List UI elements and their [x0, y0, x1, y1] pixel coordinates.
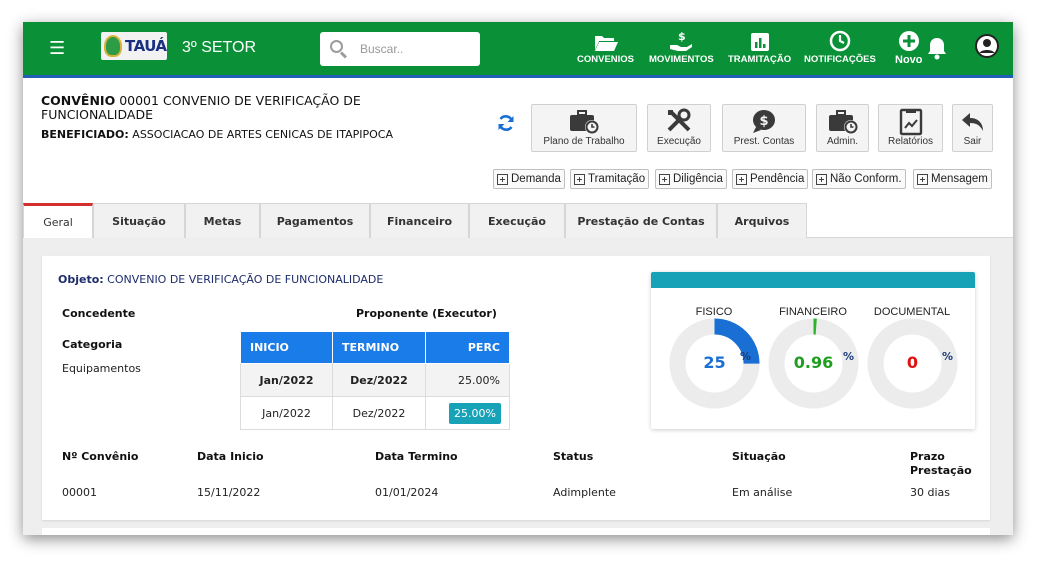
tab-arquivos[interactable]: Arquivos [717, 203, 807, 238]
plus-square-icon [736, 173, 747, 185]
demanda-button[interactable]: Demanda [493, 169, 565, 189]
briefcase-clock-icon [817, 108, 868, 136]
plus-circle-icon [895, 30, 923, 52]
user-avatar-icon[interactable] [975, 34, 999, 58]
plano-de-trabalho-button[interactable]: Plano de Trabalho [531, 104, 637, 152]
table-row: Jan/2022 Dez/2022 25.00% [240, 396, 510, 430]
tab-execucao[interactable]: Execução [469, 203, 565, 238]
svg-text:$: $ [678, 30, 686, 43]
hamburger-menu-icon[interactable]: ☰ [49, 38, 67, 60]
num-convenio-value: 00001 [62, 486, 97, 499]
table-row: Jan/2022 Dez/2022 25.00% [240, 363, 510, 397]
plus-square-icon [497, 173, 508, 185]
nav-novo[interactable]: Novo [895, 30, 923, 66]
col-perc: PERC [425, 331, 510, 364]
nav-notificacoes[interactable]: NOTIFICAÇÕES [804, 30, 876, 65]
tab-pagamentos[interactable]: Pagamentos [260, 203, 370, 238]
bar-chart-icon [728, 30, 791, 52]
data-termino-label: Data Termino [375, 450, 458, 463]
perc-badge: 25.00% [449, 402, 501, 424]
sector-title: 3º SETOR [182, 39, 257, 56]
situacao-label: Situação [732, 450, 786, 463]
top-navbar: ☰ TAUÁ 3º SETOR CONVENIOS $ MOVIMENTOS [23, 22, 1013, 78]
tab-bar: Geral Situação Metas Pagamentos Financei… [23, 203, 1013, 239]
indicators-card-header [651, 272, 975, 288]
period-table: INICIO TERMINO PERC Jan/2022 Dez/2022 25… [240, 331, 510, 430]
num-convenio-label: Nº Convênio [62, 450, 139, 463]
refresh-icon[interactable] [497, 114, 515, 132]
clock-icon [804, 30, 876, 52]
plus-square-icon [917, 173, 928, 185]
col-termino: TERMINO [332, 331, 426, 364]
search-input[interactable] [360, 42, 460, 56]
search-box[interactable] [320, 32, 480, 66]
logo[interactable]: TAUÁ [101, 32, 167, 60]
money-bubble-icon: $ [723, 108, 805, 136]
nao-conform-button[interactable]: Não Conform. [812, 169, 906, 189]
prazo-prestacao-label: Prazo Prestação [910, 450, 972, 477]
tab-situacao[interactable]: Situação [93, 203, 185, 238]
tab-geral[interactable]: Geral [23, 203, 93, 239]
tab-financeiro[interactable]: Financeiro [370, 203, 469, 238]
sair-button[interactable]: Sair [952, 104, 993, 152]
nav-movimentos[interactable]: $ MOVIMENTOS [649, 30, 714, 65]
concedente-label: Concedente [62, 307, 136, 320]
search-icon [330, 40, 348, 59]
report-icon [879, 108, 942, 136]
nav-convenios[interactable]: CONVENIOS [577, 30, 634, 65]
pendencia-button[interactable]: Pendência [732, 169, 809, 189]
hand-money-icon: $ [649, 30, 714, 52]
financeiro-pct: % [843, 350, 855, 363]
col-inicio: INICIO [240, 331, 333, 364]
status-value: Adimplente [553, 486, 616, 499]
data-termino-value: 01/01/2024 [375, 486, 439, 499]
app-window: ☰ TAUÁ 3º SETOR CONVENIOS $ MOVIMENTOS [23, 22, 1013, 535]
diligencia-button[interactable]: Diligência [655, 169, 727, 189]
tramitacao-button[interactable]: Tramitação [570, 169, 650, 189]
mensagem-button[interactable]: Mensagem [913, 169, 992, 189]
beneficiado: BENEFICIADO: ASSOCIACAO DE ARTES CENICAS… [41, 128, 394, 141]
plus-square-icon [574, 173, 585, 185]
seal-icon [104, 35, 122, 57]
bell-icon[interactable] [926, 36, 948, 62]
tools-icon [648, 108, 710, 136]
prazo-prestacao-value: 30 dias [910, 486, 951, 499]
data-inicio-value: 15/11/2022 [197, 486, 261, 499]
relatorios-button[interactable]: Relatórios [878, 104, 943, 152]
convenio-title: CONVÊNIO 00001 CONVENIO DE VERIFICAÇÃO D… [41, 93, 361, 122]
tab-metas[interactable]: Metas [185, 203, 260, 238]
data-inicio-label: Data Inicio [197, 450, 264, 463]
execucao-button[interactable]: Execução [647, 104, 711, 152]
indicators-card: FISICO 25 % FINANCEIRO 0.96 % DOCUMENTAL… [651, 272, 975, 429]
fisico-pct: % [740, 350, 752, 363]
prest-contas-button[interactable]: $ Prest. Contas [722, 104, 806, 152]
folder-open-icon [577, 30, 634, 52]
nav-tramitacao[interactable]: TRAMITAÇÃO [728, 30, 791, 65]
briefcase-clock-icon [532, 108, 636, 136]
plus-square-icon [659, 173, 670, 185]
admin-button[interactable]: Admin. [816, 104, 869, 152]
brand-name: TAUÁ [125, 37, 167, 55]
categoria-value: Equipamentos [62, 362, 141, 375]
status-label: Status [553, 450, 594, 463]
tab-prestacao-de-contas[interactable]: Prestação de Contas [565, 203, 717, 238]
situacao-value: Em análise [732, 486, 793, 499]
proponente-label: Proponente (Executor) [356, 307, 497, 320]
svg-text:$: $ [760, 114, 769, 129]
plus-square-icon [816, 173, 827, 185]
undo-arrow-icon [953, 108, 992, 136]
secondary-panel [42, 528, 990, 535]
categoria-label: Categoria [62, 338, 123, 351]
documental-pct: % [942, 350, 954, 363]
objeto: Objeto: CONVENIO DE VERIFICAÇÃO DE FUNCI… [58, 273, 384, 286]
